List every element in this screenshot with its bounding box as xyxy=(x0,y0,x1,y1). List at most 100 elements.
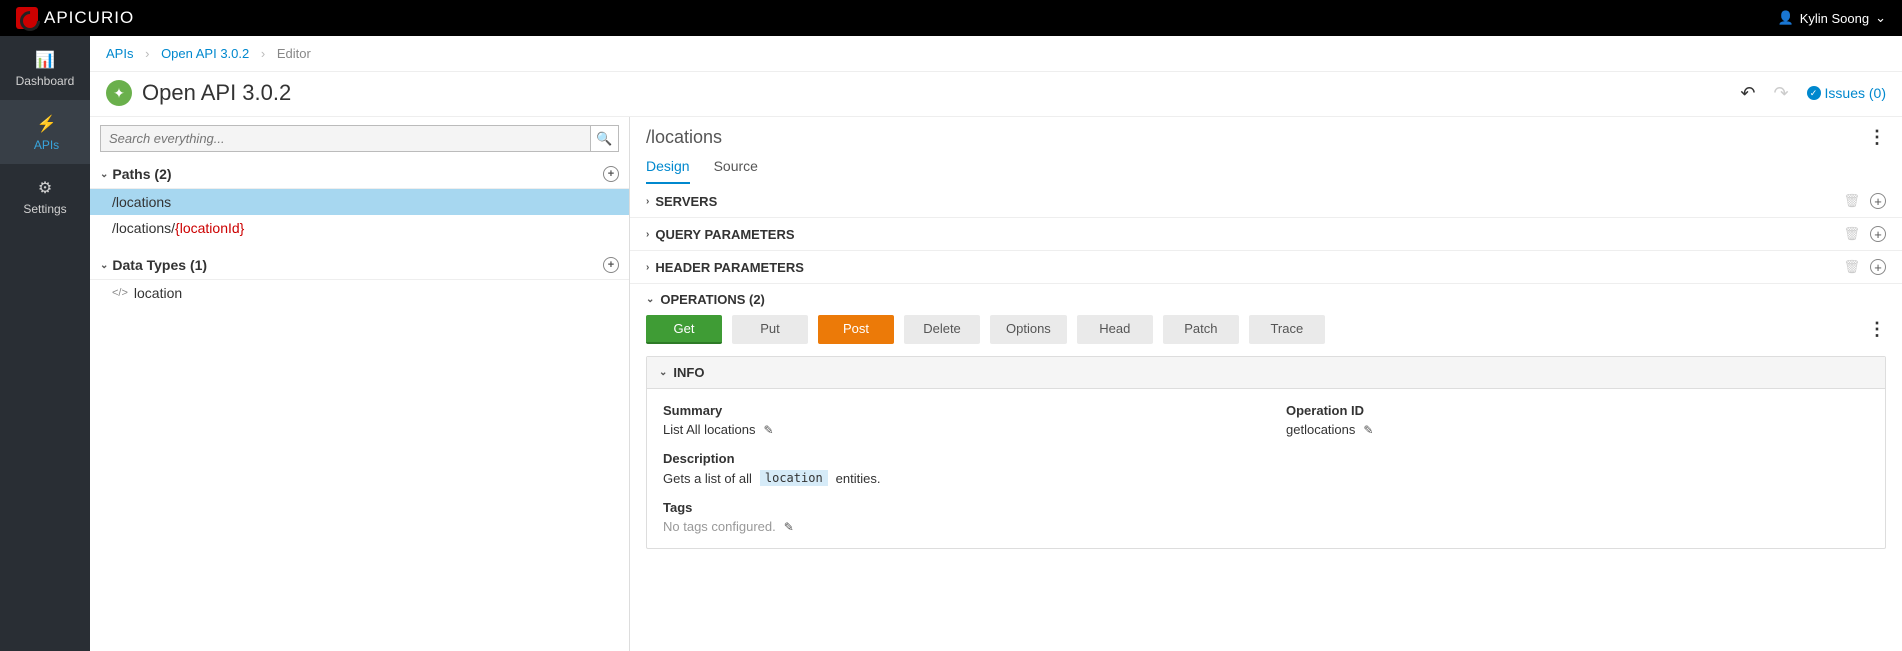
datatypes-header-label: Data Types (1) xyxy=(112,257,207,273)
sidenav-label: Settings xyxy=(23,202,66,216)
op-tab-head[interactable]: Head xyxy=(1077,315,1153,344)
opid-label: Operation ID xyxy=(1286,403,1869,418)
issues-label: Issues (0) xyxy=(1825,85,1886,101)
path-prefix: /locations/ xyxy=(112,220,175,236)
section-operations: ⌄ OPERATIONS (2) xyxy=(630,284,1902,315)
search-icon: 🔍 xyxy=(596,131,612,147)
section-header-params: › HEADER PARAMETERS 🗑 + xyxy=(630,251,1902,284)
chevron-down-icon: ⌄ xyxy=(100,169,108,180)
paths-header-label: Paths (2) xyxy=(112,166,171,182)
breadcrumb-api-name[interactable]: Open API 3.0.2 xyxy=(161,46,249,61)
info-header[interactable]: ⌄ INFO xyxy=(647,357,1885,389)
search-input[interactable] xyxy=(101,126,590,151)
info-header-label: INFO xyxy=(673,365,704,380)
datatype-item-location[interactable]: </> location xyxy=(90,280,629,306)
field-tags: Tags No tags configured. ✎ xyxy=(663,500,1869,534)
desc-chip: location xyxy=(760,470,828,486)
field-operation-id: Operation ID getlocations ✎ xyxy=(1286,403,1869,437)
delete-server-button[interactable]: 🗑 xyxy=(1843,193,1860,209)
sidenav-label: Dashboard xyxy=(16,74,75,88)
chevron-down-icon: ⌄ xyxy=(100,260,108,271)
api-icon: ✦ xyxy=(106,80,132,106)
field-summary: Summary List All locations ✎ xyxy=(663,403,1246,437)
desc-suffix: entities. xyxy=(836,471,881,486)
sidenav-item-settings[interactable]: ⚙ Settings xyxy=(0,164,90,228)
issues-indicator[interactable]: ✓ Issues (0) xyxy=(1807,85,1886,101)
section-label: SERVERS xyxy=(655,194,717,209)
add-path-button[interactable]: + xyxy=(603,166,619,182)
delete-header-param-button[interactable]: 🗑 xyxy=(1843,259,1860,275)
detail-path-title: /locations xyxy=(646,127,722,148)
section-label: OPERATIONS (2) xyxy=(660,292,765,307)
opid-value: getlocations xyxy=(1286,422,1355,437)
code-icon: </> xyxy=(112,287,128,299)
section-label: HEADER PARAMETERS xyxy=(655,260,804,275)
op-tab-options[interactable]: Options xyxy=(990,315,1067,344)
check-icon: ✓ xyxy=(1807,86,1821,100)
field-description: Description Gets a list of all location … xyxy=(663,451,1869,486)
op-tab-put[interactable]: Put xyxy=(732,315,808,344)
sidenav-label: APIs xyxy=(34,138,59,152)
add-query-param-button[interactable]: + xyxy=(1870,226,1886,242)
operation-tabs: Get Put Post Delete Options Head Patch T… xyxy=(646,315,1325,344)
operation-actions-menu[interactable]: ⋮ xyxy=(1868,319,1886,340)
top-bar: APICURIO 👤 Kylin Soong ⌄ xyxy=(0,0,1902,36)
undo-button[interactable]: ↶ xyxy=(1740,83,1755,104)
user-menu[interactable]: 👤 Kylin Soong ⌄ xyxy=(1778,10,1886,26)
path-text: /locations xyxy=(112,194,171,210)
brand-logo-icon xyxy=(16,7,38,29)
detail-tabs: Design Source xyxy=(630,154,1902,185)
bolt-icon: ⚡ xyxy=(7,114,86,134)
breadcrumb-sep: › xyxy=(261,46,265,61)
op-tab-trace[interactable]: Trace xyxy=(1249,315,1325,344)
datatype-name: location xyxy=(134,285,182,301)
tags-label: Tags xyxy=(663,500,1869,515)
edit-summary-button[interactable]: ✎ xyxy=(764,423,774,437)
tab-source[interactable]: Source xyxy=(714,154,758,184)
op-tab-patch[interactable]: Patch xyxy=(1163,315,1239,344)
path-actions-menu[interactable]: ⋮ xyxy=(1868,127,1886,148)
add-datatype-button[interactable]: + xyxy=(603,257,619,273)
desc-label: Description xyxy=(663,451,1869,466)
brand[interactable]: APICURIO xyxy=(16,7,134,29)
tags-value: No tags configured. xyxy=(663,519,776,534)
info-panel: ⌄ INFO Summary List All locations ✎ xyxy=(646,356,1886,549)
add-server-button[interactable]: + xyxy=(1870,193,1886,209)
op-tab-get[interactable]: Get xyxy=(646,315,722,344)
path-item-locations-id[interactable]: /locations/{locationId} xyxy=(90,215,629,241)
desc-prefix: Gets a list of all xyxy=(663,471,752,486)
sidenav-item-dashboard[interactable]: 📊 Dashboard xyxy=(0,36,90,100)
tab-design[interactable]: Design xyxy=(646,154,690,184)
detail-panel: /locations ⋮ Design Source ›SERVERS 🗑 + … xyxy=(630,117,1902,651)
add-header-param-button[interactable]: + xyxy=(1870,259,1886,275)
op-tab-post[interactable]: Post xyxy=(818,315,894,344)
user-name: Kylin Soong xyxy=(1800,11,1869,26)
side-nav: 📊 Dashboard ⚡ APIs ⚙ Settings xyxy=(0,36,90,651)
paths-section-header[interactable]: ⌄ Paths (2) + xyxy=(90,160,629,189)
chevron-right-icon: › xyxy=(646,229,649,240)
redo-button[interactable]: ↷ xyxy=(1773,83,1788,104)
section-servers: › SERVERS 🗑 + xyxy=(630,185,1902,218)
section-query-params: › QUERY PARAMETERS 🗑 + xyxy=(630,218,1902,251)
breadcrumb-apis[interactable]: APIs xyxy=(106,46,133,61)
page-title: Open API 3.0.2 xyxy=(142,80,291,106)
user-icon: 👤 xyxy=(1778,10,1794,26)
breadcrumb-sep: › xyxy=(145,46,149,61)
title-bar: ✦ Open API 3.0.2 ↶ ↷ ✓ Issues (0) xyxy=(90,72,1902,117)
chevron-right-icon: › xyxy=(646,196,649,207)
sidenav-item-apis[interactable]: ⚡ APIs xyxy=(0,100,90,164)
delete-query-param-button[interactable]: 🗑 xyxy=(1843,226,1860,242)
chevron-right-icon: › xyxy=(646,262,649,273)
breadcrumb: APIs › Open API 3.0.2 › Editor xyxy=(90,36,1902,72)
edit-opid-button[interactable]: ✎ xyxy=(1363,423,1373,437)
edit-tags-button[interactable]: ✎ xyxy=(784,520,794,534)
op-tab-delete[interactable]: Delete xyxy=(904,315,980,344)
path-item-locations[interactable]: /locations xyxy=(90,189,629,215)
chevron-down-icon: ⌄ xyxy=(659,367,667,378)
section-label: QUERY PARAMETERS xyxy=(655,227,794,242)
datatypes-section-header[interactable]: ⌄ Data Types (1) + xyxy=(90,251,629,280)
search-button[interactable]: 🔍 xyxy=(590,126,618,151)
summary-label: Summary xyxy=(663,403,1246,418)
chevron-down-icon: ⌄ xyxy=(646,294,654,305)
search-box: 🔍 xyxy=(100,125,619,152)
